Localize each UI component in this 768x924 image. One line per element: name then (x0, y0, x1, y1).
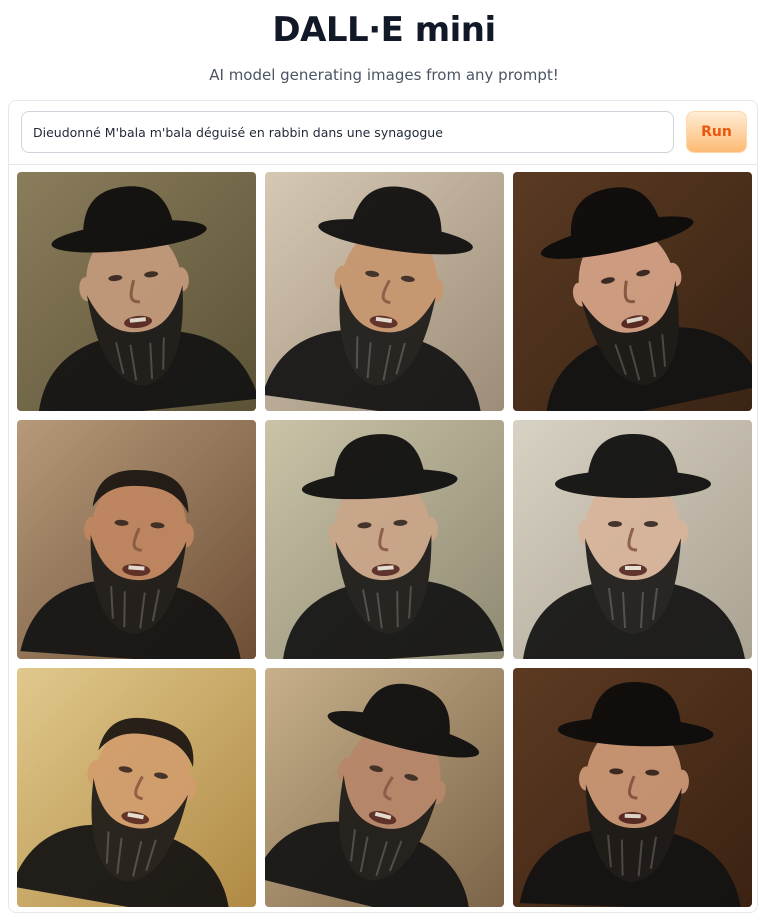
generated-image[interactable] (513, 668, 752, 907)
app-title: DALL·E mini (272, 10, 496, 50)
app-subtitle: AI model generating images from any prom… (209, 66, 559, 84)
generated-image[interactable] (17, 420, 256, 659)
generated-image[interactable] (513, 420, 752, 659)
generated-image[interactable] (513, 172, 752, 411)
generated-image[interactable] (265, 420, 504, 659)
image-gallery (17, 172, 752, 907)
generated-image[interactable] (265, 172, 504, 411)
generated-image[interactable] (17, 668, 256, 907)
run-button[interactable]: Run (686, 111, 747, 153)
prompt-row: Run (9, 101, 757, 165)
main-panel: Run (8, 100, 758, 913)
prompt-input[interactable] (21, 111, 674, 153)
generated-image[interactable] (265, 668, 504, 907)
generated-image[interactable] (17, 172, 256, 411)
